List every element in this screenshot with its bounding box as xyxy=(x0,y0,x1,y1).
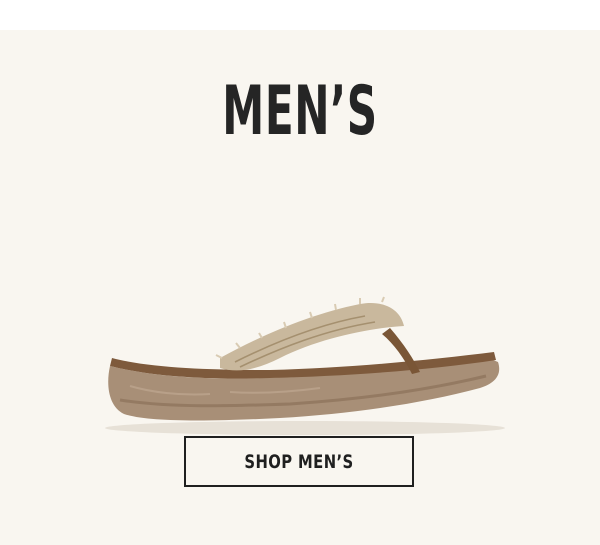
sandal-strap xyxy=(220,302,404,371)
shop-mens-button[interactable]: SHOP MEN’S xyxy=(184,436,414,487)
promo-banner: MEN’S SHOP MEN’S xyxy=(0,30,600,545)
shop-mens-button-label: SHOP MEN’S xyxy=(244,450,354,473)
flip-flop-sandal-image[interactable] xyxy=(90,288,510,438)
section-title: MEN’S xyxy=(222,72,378,151)
product-shadow xyxy=(105,421,505,435)
